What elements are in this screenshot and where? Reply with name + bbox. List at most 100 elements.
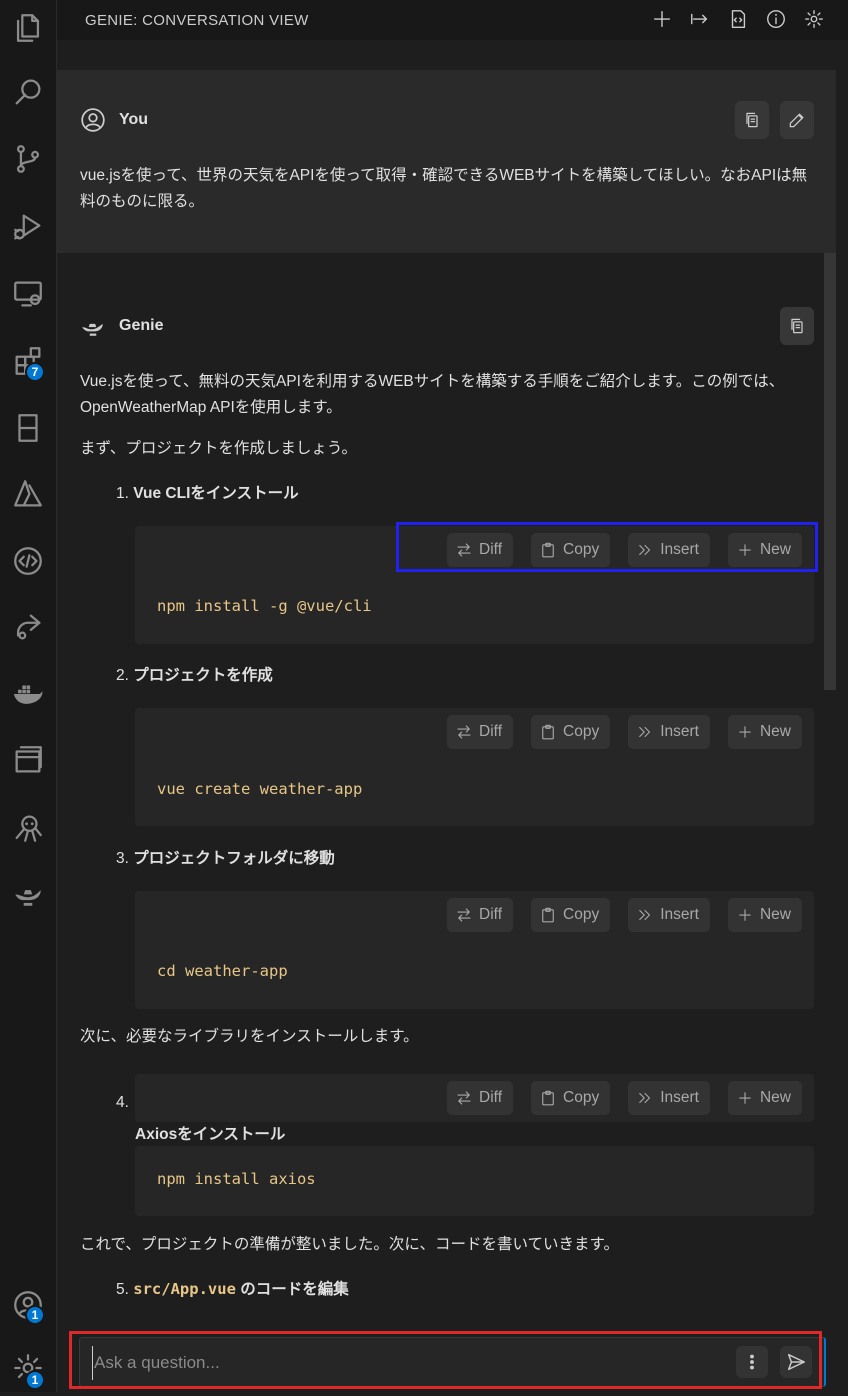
step-1-number: 1. [116, 485, 129, 502]
user-message: You vue.jsを使って、世界の天気をAPIを使って取得・確認できるWEBサ… [57, 70, 836, 253]
diff-icon [457, 1091, 471, 1105]
step-2-heading: 2. プロジェクトを作成 [116, 663, 273, 685]
step-5-filename: src/App.vue [133, 1280, 236, 1298]
clipboard-icon [542, 724, 554, 740]
new-button[interactable]: New [727, 1081, 802, 1115]
edit-icon [789, 113, 804, 128]
gear-icon[interactable] [800, 5, 828, 33]
user-message-text: vue.jsを使って、世界の天気をAPIを使って取得・確認できるWEBサイトを構… [80, 167, 808, 210]
step-1-title: Vue CLIをインストール [133, 485, 299, 502]
code-block-2: Diff Copy Insert New vue create weather-… [135, 708, 814, 826]
plus-icon[interactable] [648, 5, 676, 33]
genie-author-name: Genie [119, 317, 164, 334]
step-5-heading: 5. src/App.vue のコードを編集 [116, 1277, 349, 1299]
run-debug-icon[interactable] [0, 199, 56, 255]
insert-button[interactable]: Insert [628, 898, 710, 932]
diff-label: Diff [479, 906, 503, 923]
insert-label: Insert [660, 723, 699, 740]
clipboard-icon [542, 907, 554, 923]
diff-icon [457, 725, 471, 739]
highlight-code-actions [396, 522, 818, 572]
double-chevron-icon [639, 1092, 651, 1104]
user-author: You [80, 107, 148, 133]
new-label: New [759, 1089, 791, 1106]
ready-text: これで、プロジェクトの準備が整いました。次に、コードを書いていきます。 [80, 1236, 619, 1253]
user-author-name: You [119, 111, 149, 128]
source-control-icon[interactable] [0, 131, 56, 187]
extensions-icon[interactable] [0, 333, 56, 389]
code-line-2: vue create weather-app [157, 780, 363, 798]
arrow-right-to-bar-icon[interactable] [686, 5, 714, 33]
extensions-badge: 7 [25, 362, 45, 382]
docker-icon[interactable] [0, 666, 56, 722]
search-icon[interactable] [0, 64, 56, 120]
diff-icon [457, 908, 471, 922]
code-block-3: Diff Copy Insert New cd weather-app [135, 891, 814, 1009]
code-block-4: npm install axios [135, 1146, 814, 1216]
copy-button[interactable]: Copy [531, 898, 611, 932]
step-5-number: 5. [116, 1281, 129, 1298]
diff-label: Diff [479, 1089, 503, 1106]
code-file-icon[interactable] [724, 5, 752, 33]
azure-icon[interactable] [0, 466, 56, 522]
libraries-text: 次に、必要なライブラリをインストールします。 [80, 1028, 419, 1045]
octopus-icon[interactable] [0, 800, 56, 856]
genie-intro-text: Vue.jsを使って、無料の天気APIを利用するWEBサイトを構築する手順をご紹… [80, 373, 785, 416]
account-badge: 1 [25, 1305, 45, 1325]
plus-icon [739, 1092, 751, 1104]
step-4-number-wrap: 4. [116, 1094, 129, 1112]
diff-button[interactable]: Diff [447, 1081, 514, 1115]
code-line-4: npm install axios [157, 1170, 316, 1188]
code-block-4-toolbar: Diff Copy Insert New [135, 1074, 814, 1122]
step-5-title: のコードを編集 [235, 1281, 349, 1298]
insert-button[interactable]: Insert [628, 1081, 710, 1115]
diff-button[interactable]: Diff [447, 715, 514, 749]
book-icon[interactable] [0, 400, 56, 456]
copy-icon [746, 112, 758, 128]
code-actions-2: Diff Copy Insert New [447, 715, 802, 749]
step-4-number: 4. [116, 1094, 129, 1111]
step-2-title: プロジェクトを作成 [133, 667, 273, 684]
clipboard-icon [542, 1090, 554, 1106]
windows-icon[interactable] [0, 732, 56, 788]
insert-label: Insert [660, 906, 699, 923]
insert-button[interactable]: Insert [628, 715, 710, 749]
new-button[interactable]: New [727, 898, 802, 932]
step-2-number: 2. [116, 667, 129, 684]
copy-message-button[interactable] [735, 101, 769, 139]
diff-button[interactable]: Diff [447, 898, 514, 932]
step-4-title: Axiosをインストール [135, 1126, 286, 1143]
new-button[interactable]: New [727, 715, 802, 749]
code-brackets-icon[interactable] [0, 533, 56, 589]
genie-lamp-icon[interactable] [0, 865, 56, 921]
remote-explorer-icon[interactable] [0, 266, 56, 322]
copy-label: Copy [563, 906, 600, 923]
step-3-number: 3. [116, 850, 129, 867]
double-chevron-icon [639, 726, 651, 738]
plus-icon [739, 909, 751, 921]
edit-message-button[interactable] [780, 101, 814, 139]
new-label: New [759, 723, 791, 740]
genie-first-step-text: まず、プロジェクトを作成しましょう。 [80, 440, 357, 457]
step-1-heading: 1. Vue CLIをインストール [116, 481, 299, 503]
new-label: New [759, 906, 791, 923]
code-actions-4: Diff Copy Insert New [447, 1081, 802, 1115]
live-share-icon[interactable] [0, 599, 56, 655]
copy-genie-message-button[interactable] [780, 307, 814, 345]
account-icon[interactable] [0, 1277, 56, 1333]
panel-header: GENIE: CONVERSATION VIEW [57, 0, 848, 40]
diff-label: Diff [479, 723, 503, 740]
plus-icon [739, 726, 751, 738]
info-icon[interactable] [762, 5, 790, 33]
code-actions-3: Diff Copy Insert New [447, 898, 802, 932]
insert-label: Insert [660, 1089, 699, 1106]
genie-lamp-icon [82, 323, 103, 336]
copy-label: Copy [563, 1089, 600, 1106]
double-chevron-icon [639, 909, 651, 921]
files-icon[interactable] [0, 0, 56, 56]
user-avatar-icon [81, 108, 105, 132]
copy-label: Copy [563, 723, 600, 740]
copy-button[interactable]: Copy [531, 1081, 611, 1115]
copy-button[interactable]: Copy [531, 715, 611, 749]
step-3-heading: 3. プロジェクトフォルダに移動 [116, 846, 335, 868]
